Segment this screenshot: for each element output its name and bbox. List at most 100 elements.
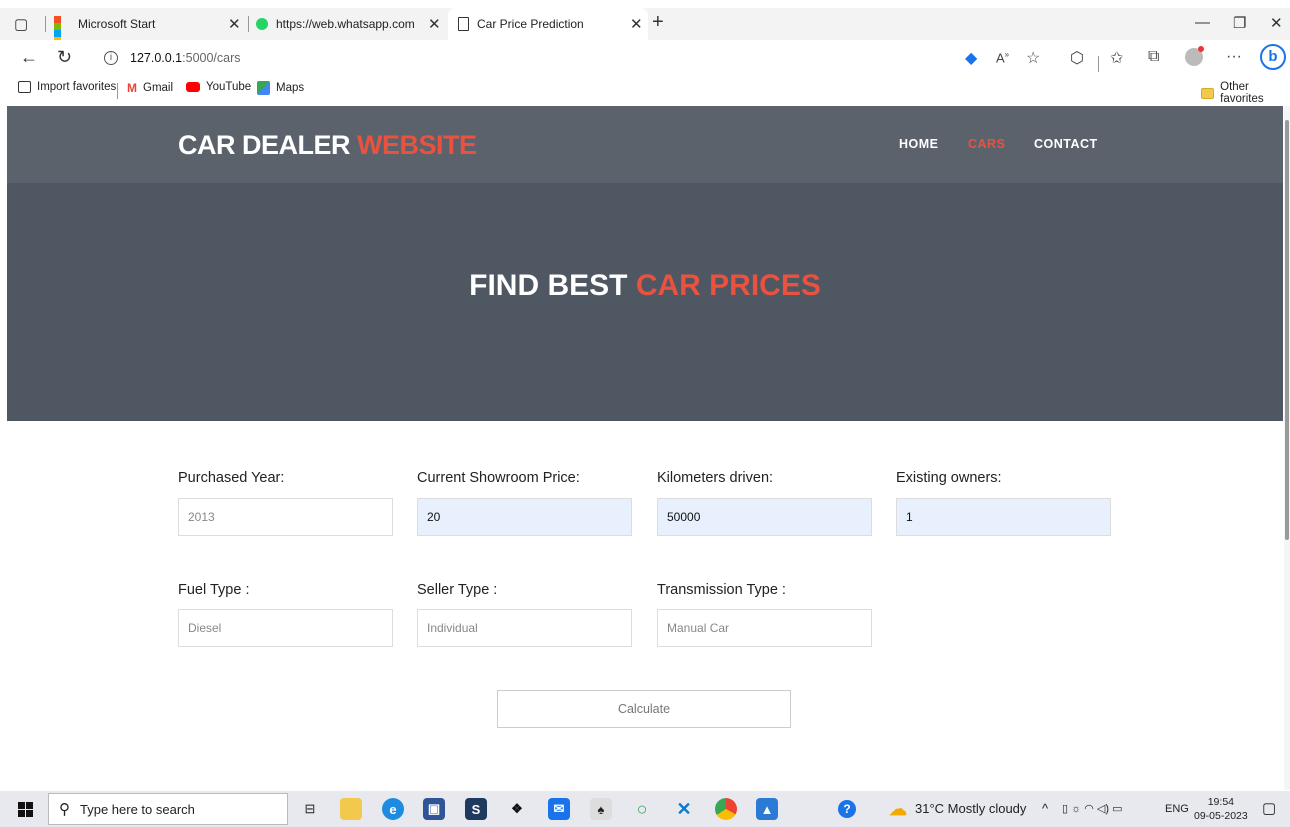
browser-tab-strip: ▢ Microsoft Start ✕ https://web.whatsapp… bbox=[0, 8, 1290, 44]
transmission-label: Transmission Type : bbox=[657, 582, 786, 598]
showroom-price-input[interactable]: 20 bbox=[417, 498, 632, 536]
toolbar-separator bbox=[1098, 56, 1099, 72]
fuel-type-select[interactable]: Diesel bbox=[178, 609, 393, 647]
nav-cars[interactable]: CARS bbox=[968, 137, 1005, 151]
restore-icon[interactable]: ❐ bbox=[1233, 14, 1246, 32]
windows-taskbar: ⚲ Type here to search ⊟ e ▣ S ❖ ✉ ♠ ○ ✕ … bbox=[0, 791, 1290, 827]
tab-title: https://web.whatsapp.com bbox=[276, 17, 415, 31]
tab-separator bbox=[248, 16, 249, 32]
notifications-icon[interactable]: ▢ bbox=[1262, 799, 1276, 817]
owners-input[interactable]: 1 bbox=[896, 498, 1111, 536]
nav-home[interactable]: HOME bbox=[899, 137, 939, 151]
favorite-import[interactable]: Import favorites bbox=[18, 81, 116, 93]
weather-icon[interactable]: ☁ bbox=[887, 798, 909, 820]
favorites-separator bbox=[117, 83, 118, 99]
weather-text[interactable]: 31°C Mostly cloudy bbox=[915, 801, 1026, 816]
purchased-year-label: Purchased Year: bbox=[178, 470, 285, 486]
search-icon: ⚲ bbox=[59, 801, 70, 818]
minimize-icon[interactable]: — bbox=[1195, 14, 1210, 31]
close-icon[interactable]: ✕ bbox=[630, 15, 643, 33]
clock-date: 09-05-2023 bbox=[1194, 810, 1248, 822]
bing-chat-icon[interactable]: b bbox=[1260, 44, 1286, 70]
language-indicator[interactable]: ENG bbox=[1165, 803, 1189, 815]
file-explorer-icon[interactable] bbox=[340, 798, 362, 820]
collections-icon[interactable]: ⧉ bbox=[1148, 48, 1159, 66]
other-favorites[interactable]: Other favorites bbox=[1201, 81, 1290, 105]
back-icon[interactable]: ← bbox=[20, 47, 38, 68]
hero-title-accent: CAR PRICES bbox=[635, 269, 821, 302]
extensions-icon[interactable]: ⬡ bbox=[1070, 48, 1084, 68]
microsoft-logo-icon bbox=[54, 16, 70, 44]
other-favorites-label: Other favorites bbox=[1220, 81, 1264, 105]
tray-chevron-icon[interactable]: ^ bbox=[1042, 801, 1048, 816]
nav-contact[interactable]: CONTACT bbox=[1034, 137, 1098, 151]
page-viewport: CAR DEALER WEBSITE HOME CARS CONTACT FIN… bbox=[7, 106, 1283, 790]
purchased-year-input[interactable]: 2013 bbox=[178, 498, 393, 536]
add-favorite-icon[interactable]: ☆ bbox=[1026, 48, 1040, 68]
new-tab-icon[interactable]: + bbox=[652, 11, 664, 34]
favorite-gmail[interactable]: M Gmail bbox=[127, 81, 173, 95]
site-logo[interactable]: CAR DEALER WEBSITE bbox=[178, 130, 477, 161]
clock-time: 19:54 bbox=[1207, 796, 1234, 808]
favorite-label: Gmail bbox=[143, 82, 174, 94]
vscode-icon[interactable]: ✕ bbox=[673, 798, 695, 820]
close-icon[interactable]: ✕ bbox=[428, 15, 441, 33]
edge-icon[interactable]: e bbox=[382, 798, 404, 820]
transmission-select[interactable]: Manual Car bbox=[657, 609, 872, 647]
site-header: CAR DEALER WEBSITE HOME CARS CONTACT bbox=[7, 106, 1283, 183]
calculate-button[interactable]: Calculate bbox=[497, 690, 791, 728]
info-icon[interactable]: i bbox=[104, 51, 118, 65]
favorite-maps[interactable]: Maps bbox=[257, 81, 304, 95]
seller-type-select[interactable]: Individual bbox=[417, 609, 632, 647]
more-icon[interactable]: ··· bbox=[1226, 48, 1242, 66]
owners-label: Existing owners: bbox=[896, 470, 1002, 486]
tab-microsoft-start[interactable]: Microsoft Start ✕ bbox=[54, 8, 246, 44]
tab-whatsapp[interactable]: https://web.whatsapp.com ✕ bbox=[256, 8, 446, 40]
favorite-youtube[interactable]: YouTube bbox=[186, 81, 251, 93]
hero-title: FIND BEST CAR PRICES bbox=[7, 269, 1283, 303]
mail-icon[interactable]: ✉ bbox=[548, 798, 570, 820]
hero-banner: FIND BEST CAR PRICES bbox=[7, 183, 1283, 421]
read-aloud-icon[interactable]: A» bbox=[996, 50, 1009, 65]
logo-accent: WEBSITE bbox=[357, 130, 477, 160]
chrome-icon[interactable] bbox=[715, 798, 737, 820]
youtube-icon bbox=[186, 82, 200, 92]
refresh-icon[interactable]: ↻ bbox=[57, 47, 72, 68]
whatsapp-icon bbox=[256, 18, 268, 30]
kms-driven-input[interactable]: 50000 bbox=[657, 498, 872, 536]
logo-main: CAR DEALER bbox=[178, 130, 358, 160]
maps-icon bbox=[257, 81, 270, 95]
tab-actions-icon[interactable]: ▢ bbox=[14, 15, 34, 33]
solitaire-icon[interactable]: ♠ bbox=[590, 798, 612, 820]
notification-dot bbox=[1198, 46, 1204, 52]
favorite-label: YouTube bbox=[206, 81, 252, 93]
photos-icon[interactable]: ▲ bbox=[756, 798, 778, 820]
address-bar-row: ← ↻ i 127.0.0.1:5000/cars ◆ A» ☆ ⬡ ✩ ⧉ ·… bbox=[0, 40, 1290, 76]
dropbox-icon[interactable]: ❖ bbox=[506, 798, 528, 820]
favorites-icon[interactable]: ✩ bbox=[1110, 48, 1123, 68]
tab-car-price-prediction[interactable]: Car Price Prediction ✕ bbox=[448, 8, 648, 40]
tab-separator bbox=[45, 16, 46, 32]
page-icon bbox=[458, 17, 469, 31]
fuel-type-label: Fuel Type : bbox=[178, 582, 250, 598]
url-input[interactable]: i 127.0.0.1:5000/cars bbox=[92, 44, 952, 72]
cortana-icon[interactable]: ○ bbox=[631, 798, 653, 820]
taskbar-search-input[interactable]: ⚲ Type here to search bbox=[48, 793, 288, 825]
windows-start-icon[interactable] bbox=[18, 802, 33, 817]
close-icon[interactable]: ✕ bbox=[228, 15, 241, 33]
sublime-icon[interactable]: S bbox=[465, 798, 487, 820]
gmail-icon: M bbox=[127, 81, 137, 95]
shopping-tag-icon[interactable]: ◆ bbox=[965, 48, 977, 68]
store-icon[interactable]: ▣ bbox=[423, 798, 445, 820]
search-placeholder: Type here to search bbox=[80, 801, 195, 817]
page-scrollbar[interactable] bbox=[1284, 106, 1290, 790]
scrollbar-thumb[interactable] bbox=[1285, 120, 1289, 540]
help-icon[interactable]: ? bbox=[838, 800, 856, 818]
close-window-icon[interactable]: ✕ bbox=[1270, 14, 1283, 32]
taskbar-clock[interactable]: 19:54 09-05-2023 bbox=[1194, 795, 1248, 823]
task-view-icon[interactable]: ⊟ bbox=[299, 798, 321, 820]
showroom-price-label: Current Showroom Price: bbox=[417, 470, 580, 486]
import-icon bbox=[18, 81, 31, 93]
favorites-bar: Import favorites M Gmail YouTube Maps Ot… bbox=[0, 76, 1290, 106]
system-tray-icons[interactable]: ▯ ☼ ◠ ◁) ▭ bbox=[1062, 802, 1122, 815]
